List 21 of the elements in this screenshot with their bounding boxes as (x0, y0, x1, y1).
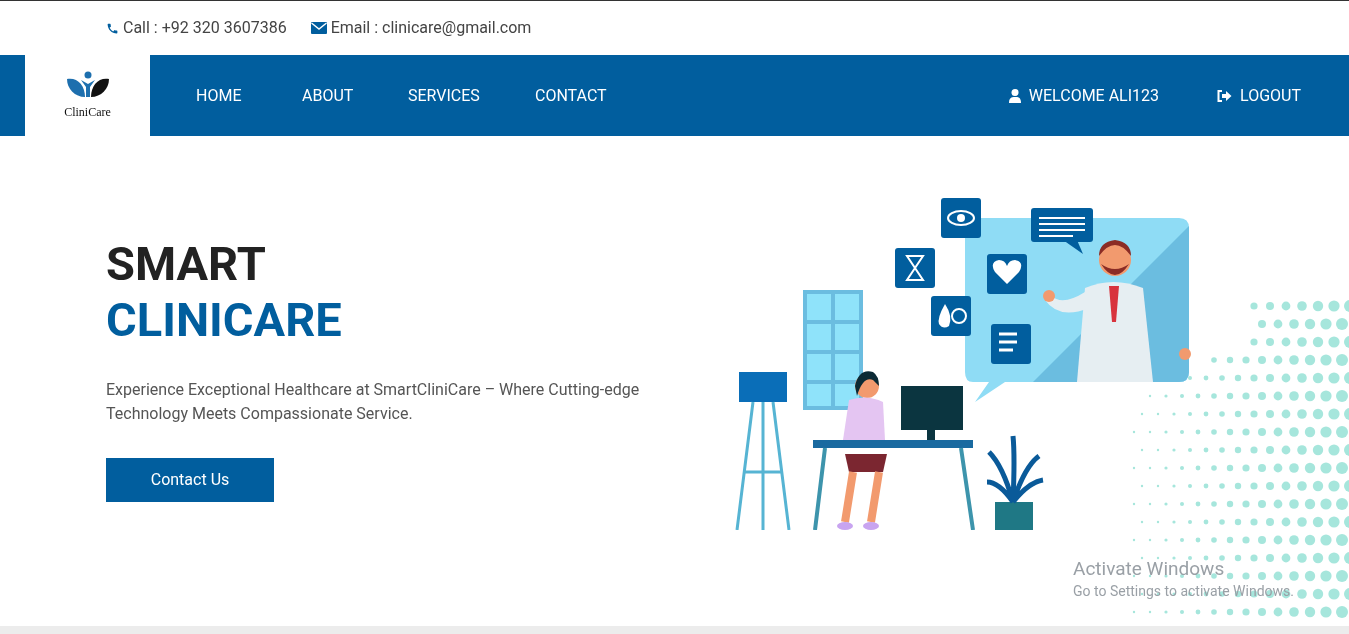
nav-link[interactable]: SERVICES (408, 83, 535, 108)
email-text: Email : clinicare@gmail.com (330, 17, 532, 39)
phone-icon (106, 21, 119, 35)
logout-link[interactable]: LOGOUT (1217, 83, 1301, 108)
user-icon (1008, 88, 1021, 103)
sign-out-icon (1217, 89, 1233, 102)
logo-text: CliniCare (64, 103, 111, 121)
welcome-user-link[interactable]: WELCOME ALI123 (1008, 83, 1160, 108)
activation-notice-title: Activate Windows (1073, 557, 1226, 581)
envelope-icon (310, 22, 327, 34)
phone-text: Call : +92 320 3607386 (123, 17, 287, 39)
hero-title: CLINICARE (106, 292, 343, 348)
hero-description: Experience Exceptional Healthcare at SmartCliniCare – Where Cutting-edge Technology Meets Compassionate Service. (106, 379, 641, 425)
nav-link[interactable]: CONTACT (535, 83, 645, 108)
hero-title: SMART (106, 236, 267, 292)
activation-notice-text: Go to Settings to activate Windows. (1073, 582, 1294, 601)
logo-icon (64, 70, 111, 99)
nav-link[interactable]: HOME (196, 83, 302, 108)
contact-us-button[interactable]: Contact Us (106, 458, 274, 502)
logo[interactable]: CliniCare (25, 55, 150, 136)
nav-link[interactable]: ABOUT (302, 83, 408, 108)
